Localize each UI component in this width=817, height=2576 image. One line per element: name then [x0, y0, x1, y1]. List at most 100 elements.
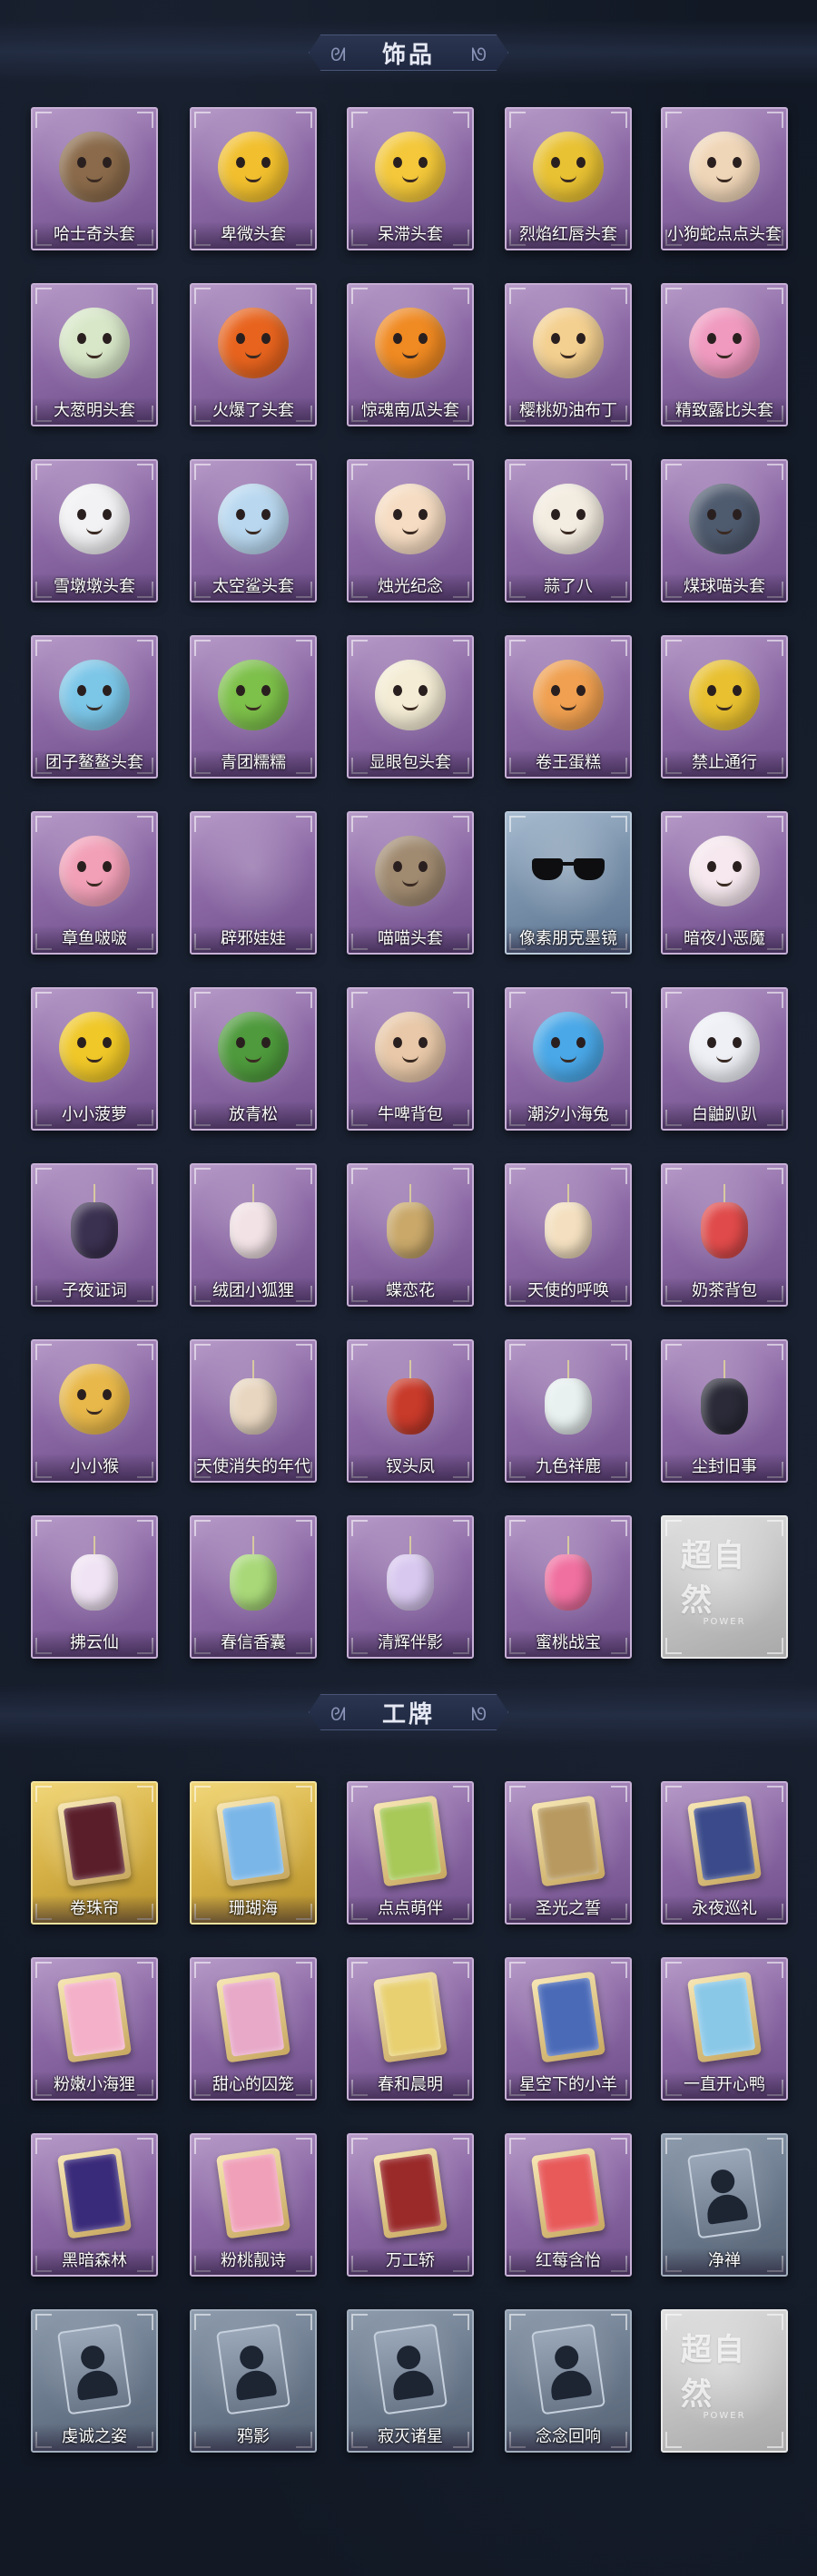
item-card[interactable]: 暗夜小恶魔 [661, 811, 788, 955]
frame-corner [611, 992, 627, 1008]
item-card[interactable]: 惊魂南瓜头套 [347, 283, 474, 426]
item-card[interactable]: 烛光纪念 [347, 459, 474, 602]
frame-corner [137, 816, 153, 832]
item-label: 红莓含怡 [536, 2251, 601, 2270]
item-card[interactable]: 精致露比头套 [661, 283, 788, 426]
item-card[interactable]: 尘封旧事 [661, 1339, 788, 1483]
item-card[interactable]: 白鼬趴趴 [661, 987, 788, 1131]
item-card[interactable]: 拂云仙 [31, 1515, 158, 1659]
item-label: 钗头凤 [386, 1457, 435, 1476]
placeholder-card[interactable]: 超自然 POWER [661, 2309, 788, 2453]
item-label: 白鼬趴趴 [692, 1105, 757, 1124]
item-card[interactable]: 卷王蛋糕 [505, 635, 632, 779]
frame-corner [35, 992, 52, 1008]
pendant-figure [539, 1536, 597, 1614]
item-card[interactable]: 点点萌伴 [347, 1781, 474, 1925]
item-card[interactable]: 永夜巡礼 [661, 1781, 788, 1925]
item-card[interactable]: 小狗蛇点点头套 [661, 107, 788, 250]
item-art [525, 2323, 612, 2415]
item-card[interactable]: 虔诚之姿 [31, 2309, 158, 2453]
item-card[interactable]: 子夜证词 [31, 1163, 158, 1307]
item-card[interactable]: 鸦影 [190, 2309, 317, 2453]
frame-corner [296, 112, 312, 128]
item-card[interactable]: 寂灭诸星 [347, 2309, 474, 2453]
item-card[interactable]: 雪墩墩头套 [31, 459, 158, 602]
item-card[interactable]: 大葱明头套 [31, 283, 158, 426]
item-card[interactable]: 一直开心鸭 [661, 1957, 788, 2101]
item-card[interactable]: 烈焰红唇头套 [505, 107, 632, 250]
item-art [367, 298, 454, 388]
item-card[interactable]: 黑暗森林 [31, 2133, 158, 2277]
item-art [51, 1178, 138, 1268]
item-card[interactable]: 红莓含怡 [505, 2133, 632, 2277]
item-card[interactable]: 净禅 [661, 2133, 788, 2277]
item-figure [375, 484, 446, 554]
item-figure [59, 308, 130, 378]
silhouette-figure [372, 2323, 448, 2415]
silhouette-figure [56, 2323, 133, 2415]
item-card[interactable]: 潮汐小海兔 [505, 987, 632, 1131]
item-card[interactable]: 小小猴 [31, 1339, 158, 1483]
item-card[interactable]: 念念回响 [505, 2309, 632, 2453]
item-card[interactable]: 辟邪娃娃 [190, 811, 317, 955]
item-card[interactable]: 星空下的小羊 [505, 1957, 632, 2101]
card-frame: 超自然 POWER [661, 1515, 788, 1659]
frame-corner [767, 464, 783, 480]
item-art [525, 1178, 612, 1268]
frame-corner [137, 112, 153, 128]
frame-corner [767, 816, 783, 832]
item-figure [533, 308, 604, 378]
item-card[interactable]: 九色祥鹿 [505, 1339, 632, 1483]
item-card[interactable]: 万工轿 [347, 2133, 474, 2277]
item-card[interactable]: 小小菠萝 [31, 987, 158, 1131]
item-card[interactable]: 牛啤背包 [347, 987, 474, 1131]
item-card[interactable]: 粉桃靓诗 [190, 2133, 317, 2277]
item-card[interactable]: 珊瑚海 [190, 1781, 317, 1925]
item-card[interactable]: 呆滞头套 [347, 107, 474, 250]
item-label: 卷珠帘 [70, 1899, 119, 1918]
item-card[interactable]: 卷珠帘 [31, 1781, 158, 1925]
item-card[interactable]: 煤球喵头套 [661, 459, 788, 602]
item-card[interactable]: 奶茶背包 [661, 1163, 788, 1307]
item-art [51, 1354, 138, 1445]
item-card[interactable]: 蜜桃战宝 [505, 1515, 632, 1659]
item-card[interactable]: 火爆了头套 [190, 283, 317, 426]
item-card[interactable]: 禁止通行 [661, 635, 788, 779]
frame-corner [137, 288, 153, 304]
item-card[interactable]: 蒜了八 [505, 459, 632, 602]
item-card[interactable]: 春信香囊 [190, 1515, 317, 1659]
item-card[interactable]: 像素朋克墨镜 [505, 811, 632, 955]
item-card[interactable]: 春和晨明 [347, 1957, 474, 2101]
item-card[interactable]: 樱桃奶油布丁 [505, 283, 632, 426]
item-card[interactable]: 天使消失的年代 [190, 1339, 317, 1483]
item-label: 尘封旧事 [692, 1457, 757, 1476]
item-card[interactable]: 青团糯糯 [190, 635, 317, 779]
frame-corner [611, 2314, 627, 2330]
swirl-icon: ᘛ [330, 44, 347, 65]
item-card[interactable]: 圣光之誓 [505, 1781, 632, 1925]
item-label: 小小菠萝 [62, 1105, 127, 1124]
item-label: 章鱼啵啵 [62, 929, 127, 948]
item-card[interactable]: 清辉伴影 [347, 1515, 474, 1659]
item-card[interactable]: 哈士奇头套 [31, 107, 158, 250]
item-card[interactable]: 蝶恋花 [347, 1163, 474, 1307]
item-card[interactable]: 甜心的囚笼 [190, 1957, 317, 2101]
item-card[interactable]: 团子鳌鳌头套 [31, 635, 158, 779]
item-card[interactable]: 绒团小狐狸 [190, 1163, 317, 1307]
item-card[interactable]: 章鱼啵啵 [31, 811, 158, 955]
item-card[interactable]: 放青松 [190, 987, 317, 1131]
item-card[interactable]: 卑微头套 [190, 107, 317, 250]
frame-corner [351, 1520, 368, 1536]
item-label: 辟邪娃娃 [221, 929, 286, 948]
item-card[interactable]: 喵喵头套 [347, 811, 474, 955]
silhouette-figure [686, 2147, 763, 2239]
item-card[interactable]: 钗头凤 [347, 1339, 474, 1483]
item-card[interactable]: 天使的呼唤 [505, 1163, 632, 1307]
item-card[interactable]: 太空鲨头套 [190, 459, 317, 602]
item-art [681, 826, 768, 916]
frame-corner [351, 1168, 368, 1184]
item-card[interactable]: 粉嫩小海狸 [31, 1957, 158, 2101]
accessories-section: ᘛ 饰品 ᘚ 哈士奇头套 卑微头套 呆滞头套 烈焰红唇头套 小狗蛇点点头套 大葱明头套 火爆… [0, 0, 817, 1688]
placeholder-card[interactable]: 超自然 POWER [661, 1515, 788, 1659]
item-card[interactable]: 显眼包头套 [347, 635, 474, 779]
